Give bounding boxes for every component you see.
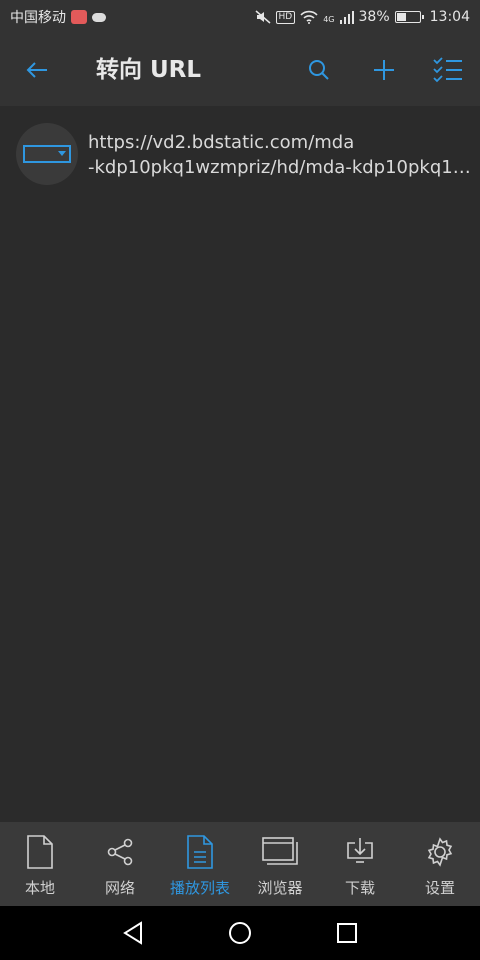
nav-network-label: 网络: [104, 879, 135, 897]
wifi-icon: [300, 10, 318, 24]
nav-local-label: 本地: [24, 879, 55, 897]
cloud-icon: [92, 12, 106, 22]
nav-download[interactable]: 下载: [320, 822, 400, 906]
file-icon: [27, 835, 53, 869]
nav-local[interactable]: 本地: [0, 822, 80, 906]
battery-icon: [394, 11, 424, 23]
app-bar: 转向 URL: [0, 34, 480, 106]
nav-browser-label: 浏览器: [257, 879, 303, 897]
nav-playlist[interactable]: 播放列表: [160, 822, 240, 906]
clock: 13:04: [429, 9, 470, 25]
checklist-icon: [433, 57, 462, 83]
download-icon: [347, 838, 373, 863]
stream-thumbnail: [16, 123, 78, 185]
share-icon: [107, 838, 133, 866]
health-app-icon: [71, 10, 87, 24]
status-right: HD 4G 38% 13:04: [255, 9, 470, 25]
nav-playlist-label: 播放列表: [169, 879, 230, 897]
battery-percent: 38%: [358, 9, 390, 25]
playlist-icon: [187, 835, 213, 869]
system-home-button[interactable]: [215, 906, 265, 960]
network-type: 4G: [323, 15, 335, 24]
multi-select-button[interactable]: [416, 34, 480, 106]
url-list: https://vd2.bdstatic.com/mda -kdp10pkq1w…: [0, 106, 480, 202]
list-item[interactable]: https://vd2.bdstatic.com/mda -kdp10pkq1w…: [0, 106, 480, 202]
url-line-1: https://vd2.bdstatic.com/mda: [88, 132, 355, 153]
system-back-button[interactable]: [108, 906, 158, 960]
bottom-nav: 本地 网络 播放列表 浏览器 下载 设置: [0, 822, 480, 906]
signal-icon: [339, 11, 354, 24]
status-bar: 中国移动 HD 4G 38% 13:04: [0, 0, 480, 34]
nav-browser[interactable]: 浏览器: [240, 822, 320, 906]
search-button[interactable]: [287, 34, 351, 106]
page-title: 转向 URL: [96, 57, 202, 83]
plus-icon: [374, 60, 394, 80]
triangle-back-icon: [123, 921, 143, 945]
system-nav-bar: [0, 906, 480, 960]
square-recents-icon: [336, 923, 357, 943]
browser-icon: [262, 837, 298, 865]
url-line-2: -kdp10pkq1wzmpriz/hd/mda-kdp10pkq1wzmpri…: [88, 157, 472, 178]
system-recents-button[interactable]: [322, 906, 372, 960]
url-text: https://vd2.bdstatic.com/mda -kdp10pkq1w…: [88, 130, 472, 180]
nav-settings[interactable]: 设置: [400, 822, 480, 906]
dropdown-box-icon: [23, 145, 71, 163]
add-button[interactable]: [352, 34, 416, 106]
carrier-label: 中国移动: [10, 10, 66, 26]
circle-home-icon: [228, 922, 251, 944]
nav-network[interactable]: 网络: [80, 822, 160, 906]
back-button[interactable]: [5, 34, 69, 106]
status-left: 中国移动: [10, 7, 106, 27]
gear-icon: [427, 837, 453, 867]
nav-settings-label: 设置: [424, 879, 455, 897]
hd-badge: HD: [275, 10, 296, 24]
nav-download-label: 下载: [344, 879, 375, 897]
mute-icon: [255, 10, 271, 24]
search-icon: [309, 60, 329, 80]
arrow-left-icon: [26, 62, 47, 78]
